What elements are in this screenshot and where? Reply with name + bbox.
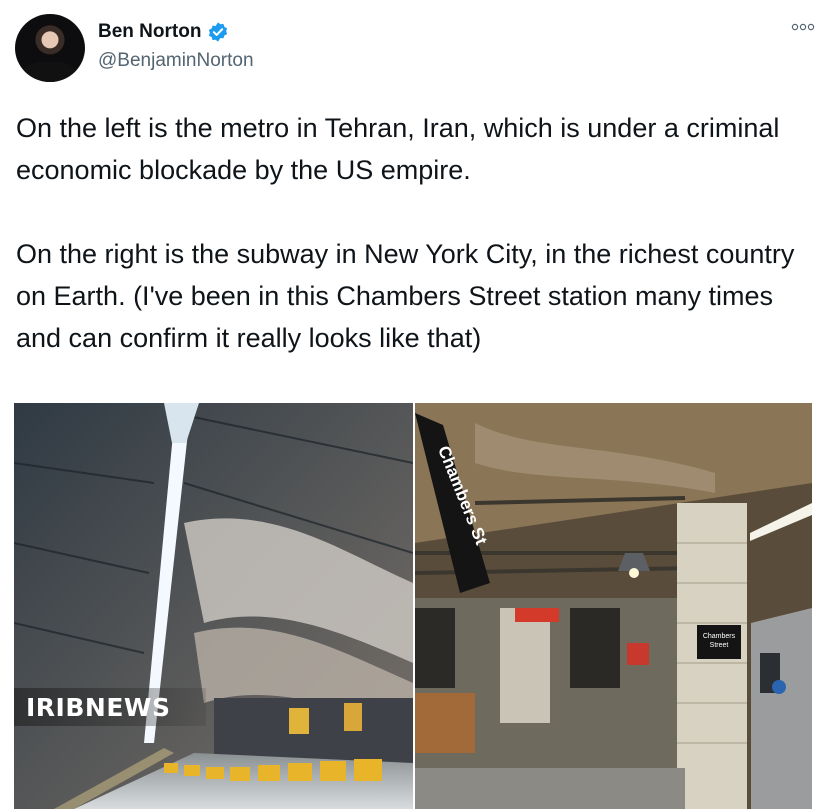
author-display-name[interactable]: Ben Norton — [98, 21, 201, 43]
avatar[interactable] — [15, 14, 85, 82]
nyc-subway-photo[interactable]: Chambers St Chambers Street — [415, 403, 812, 809]
tehran-metro-photo[interactable] — [14, 403, 413, 809]
tweet-text: On the left is the metro in Tehran, Iran… — [16, 113, 795, 353]
avatar-figure — [23, 62, 77, 82]
chambers-street-small-sign: Chambers Street — [699, 628, 739, 656]
more-options-icon[interactable] — [791, 22, 815, 34]
author-handle[interactable]: @BenjaminNorton — [98, 50, 254, 72]
watermark-text: IRIBNEWS — [26, 692, 171, 722]
chambers-street-small-sign-text: Chambers Street — [702, 633, 736, 649]
author-name-row: Ben Norton — [98, 21, 229, 43]
verified-badge-icon — [207, 21, 229, 43]
iribnews-watermark: IRIBNEWS — [14, 688, 206, 726]
